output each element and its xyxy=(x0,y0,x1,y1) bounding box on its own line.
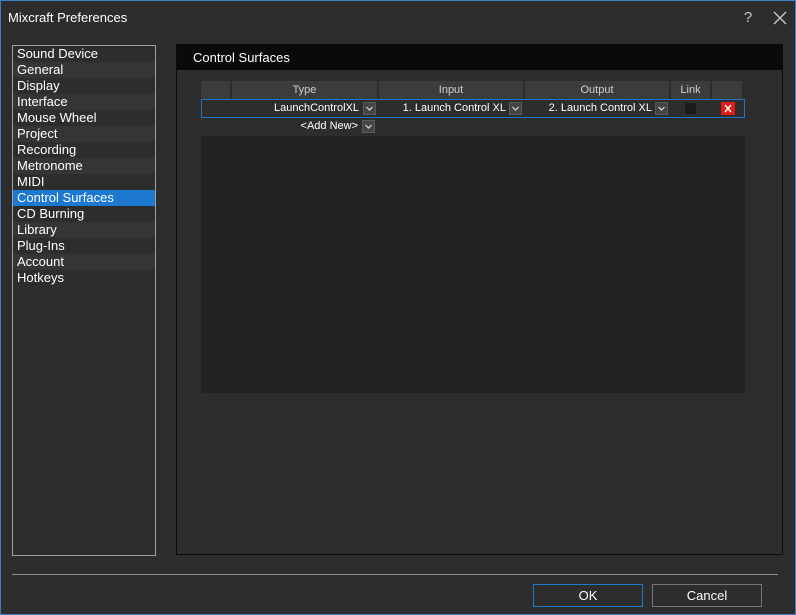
close-icon[interactable] xyxy=(770,8,790,28)
table-row[interactable]: LaunchControlXL 1. Launch Control XL 2. … xyxy=(201,99,745,118)
sidebar-item-plug-ins[interactable]: Plug-Ins xyxy=(13,238,155,254)
panel-title: Control Surfaces xyxy=(193,50,290,65)
sidebar-item-sound-device[interactable]: Sound Device xyxy=(13,46,155,62)
help-button[interactable]: ? xyxy=(738,8,758,28)
sidebar-item-project[interactable]: Project xyxy=(13,126,155,142)
add-new-label: <Add New> xyxy=(300,120,358,132)
input-value: 1. Launch Control XL xyxy=(402,102,506,114)
grid-empty-area xyxy=(201,136,745,393)
sidebar-item-library[interactable]: Library xyxy=(13,222,155,238)
grid-header: Type Input Output Link xyxy=(201,81,745,99)
output-value: 2. Launch Control XL xyxy=(548,102,652,114)
sidebar-item-midi[interactable]: MIDI xyxy=(13,174,155,190)
column-header-blank xyxy=(201,81,231,99)
link-checkbox[interactable] xyxy=(684,102,697,115)
sidebar-item-hotkeys[interactable]: Hotkeys xyxy=(13,270,155,286)
preferences-category-list: Sound Device General Display Interface M… xyxy=(12,45,156,556)
sidebar-item-cd-burning[interactable]: CD Burning xyxy=(13,206,155,222)
control-surfaces-grid: Type Input Output Link LaunchControlXL 1… xyxy=(201,81,745,393)
add-new-row: <Add New> xyxy=(201,118,745,136)
input-dropdown-chevron-down-icon[interactable] xyxy=(509,102,522,115)
settings-panel: Control Surfaces Type Input Output Link … xyxy=(176,44,783,555)
column-header-link[interactable]: Link xyxy=(671,81,711,99)
sidebar-item-account[interactable]: Account xyxy=(13,254,155,270)
sidebar-item-mouse-wheel[interactable]: Mouse Wheel xyxy=(13,110,155,126)
sidebar-item-interface[interactable]: Interface xyxy=(13,94,155,110)
sidebar-item-recording[interactable]: Recording xyxy=(13,142,155,158)
column-header-type[interactable]: Type xyxy=(232,81,378,99)
window-title: Mixcraft Preferences xyxy=(8,10,128,25)
column-header-delete xyxy=(712,81,743,99)
sidebar-item-display[interactable]: Display xyxy=(13,78,155,94)
preferences-window: Mixcraft Preferences ? Sound Device Gene… xyxy=(0,0,796,615)
column-header-input[interactable]: Input xyxy=(379,81,524,99)
ok-button[interactable]: OK xyxy=(533,584,643,607)
column-header-output[interactable]: Output xyxy=(525,81,670,99)
delete-x-icon[interactable] xyxy=(721,102,735,115)
sidebar-item-general[interactable]: General xyxy=(13,62,155,78)
output-dropdown-chevron-down-icon[interactable] xyxy=(655,102,668,115)
sidebar-item-control-surfaces[interactable]: Control Surfaces xyxy=(13,190,155,206)
cancel-button[interactable]: Cancel xyxy=(652,584,762,607)
add-new-chevron-down-icon[interactable] xyxy=(362,120,375,133)
sidebar-item-metronome[interactable]: Metronome xyxy=(13,158,155,174)
type-value: LaunchControlXL xyxy=(273,102,359,114)
panel-header: Control Surfaces xyxy=(177,45,782,70)
divider xyxy=(12,574,778,575)
type-dropdown-chevron-down-icon[interactable] xyxy=(363,102,376,115)
title-bar: Mixcraft Preferences ? xyxy=(1,1,795,33)
